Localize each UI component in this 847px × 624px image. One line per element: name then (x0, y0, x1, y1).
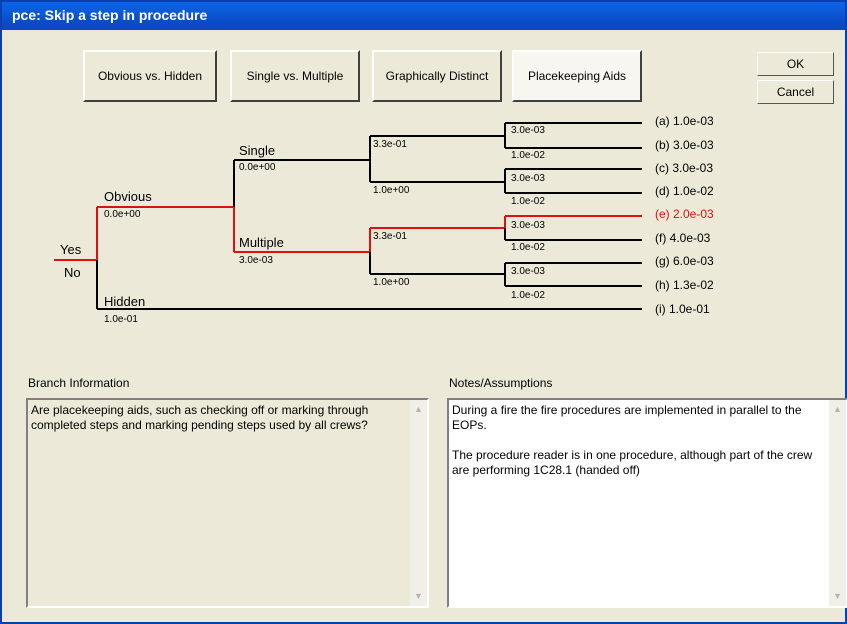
outcome-h: (h) 1.3e-02 (655, 278, 714, 292)
scroll-up-icon[interactable]: ▲ (411, 402, 426, 417)
outcome-c: (c) 3.0e-03 (655, 161, 714, 175)
root-yes-label: Yes (60, 242, 82, 257)
outcome-i: (i) 1.0e-01 (655, 302, 710, 316)
branch-info-title: Branch Information (28, 376, 130, 390)
branch-l4-value: 3.0e-03 (511, 266, 545, 277)
branch-l3-value: 1.0e+00 (373, 277, 410, 288)
branch-l4-value: 1.0e-02 (511, 242, 545, 253)
branch-l3-value: 3.3e-01 (373, 139, 407, 150)
branch-info-scrollbar[interactable]: ▲ ▼ (410, 400, 427, 606)
branch-hidden-label: Hidden (104, 294, 146, 309)
branch-single-value: 0.0e+00 (239, 162, 276, 173)
branch-l4-value: 1.0e-02 (511, 290, 545, 301)
branch-info-text: Are placekeeping aids, such as checking … (31, 403, 372, 432)
outcome-f: (f) 4.0e-03 (655, 231, 711, 245)
branch-info-textbox[interactable]: Are placekeeping aids, such as checking … (26, 398, 429, 608)
outcome-b: (b) 3.0e-03 (655, 138, 714, 152)
outcome-e: (e) 2.0e-03 (655, 207, 714, 221)
branch-obvious-value: 0.0e+00 (104, 209, 141, 220)
notes-textbox[interactable]: During a fire the fire procedures are im… (447, 398, 847, 608)
outcome-d: (d) 1.0e-02 (655, 184, 714, 198)
notes-text: During a fire the fire procedures are im… (452, 403, 813, 477)
branch-single-label: Single (239, 143, 276, 158)
branch-l4-value: 3.0e-03 (511, 125, 545, 136)
branch-l3-value: 1.0e+00 (373, 185, 410, 196)
branch-l4-value: 1.0e-02 (511, 150, 545, 161)
scroll-down-icon[interactable]: ▼ (411, 589, 426, 604)
scroll-down-icon[interactable]: ▼ (830, 589, 845, 604)
branch-multiple-value: 3.0e-03 (239, 255, 273, 266)
branch-l3-value: 3.3e-01 (373, 231, 407, 242)
root-no-label: No (64, 265, 81, 280)
branch-l4-value: 3.0e-03 (511, 220, 545, 231)
event-tree (54, 122, 642, 310)
notes-title: Notes/Assumptions (449, 376, 553, 390)
dialog-window: pce: Skip a step in procedure Obvious vs… (0, 0, 847, 624)
notes-scrollbar[interactable]: ▲ ▼ (829, 400, 846, 606)
branch-obvious-label: Obvious (104, 189, 152, 204)
branch-l4-value: 3.0e-03 (511, 173, 545, 184)
branch-multiple-label: Multiple (239, 235, 284, 250)
scroll-up-icon[interactable]: ▲ (830, 402, 845, 417)
branch-hidden-value: 1.0e-01 (104, 314, 138, 325)
outcome-a: (a) 1.0e-03 (655, 114, 714, 128)
outcome-g: (g) 6.0e-03 (655, 254, 714, 268)
branch-l4-value: 1.0e-02 (511, 196, 545, 207)
